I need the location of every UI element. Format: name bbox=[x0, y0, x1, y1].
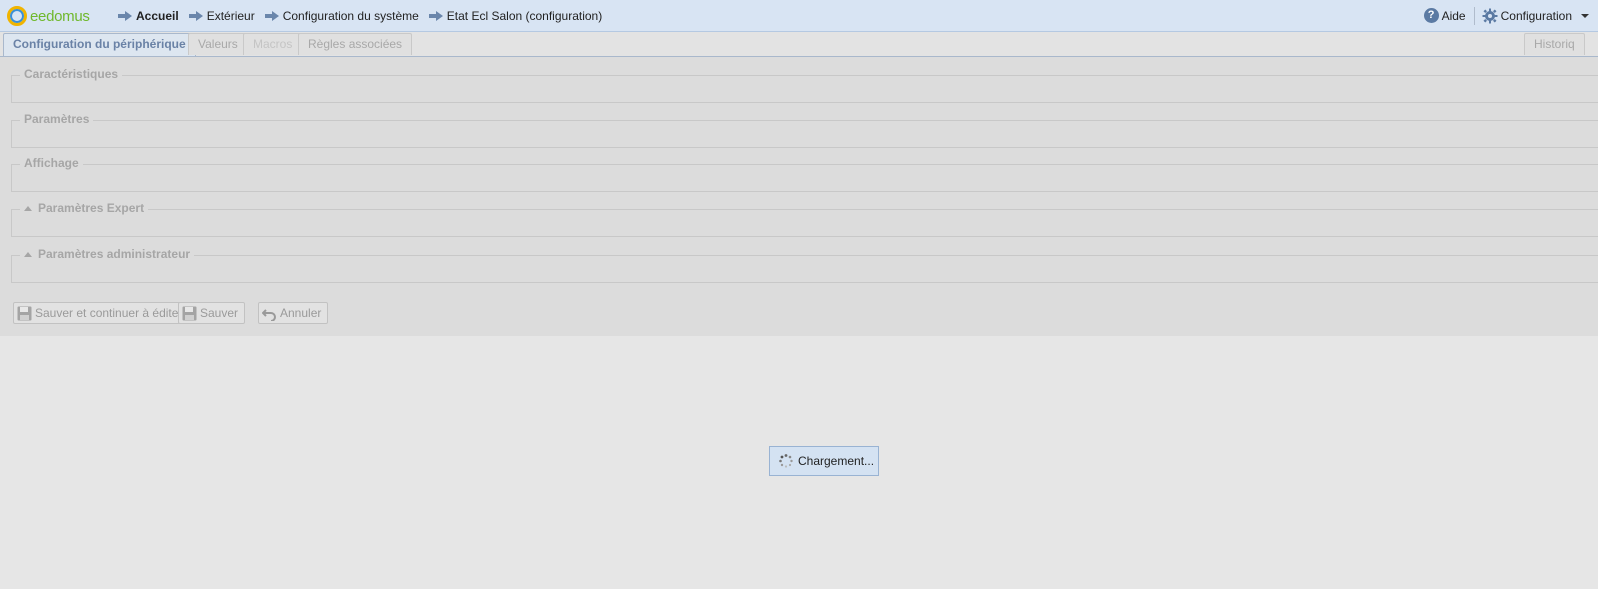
section-legend-toggle[interactable]: Paramètres administrateur bbox=[20, 247, 195, 261]
logo-text: eedomus bbox=[30, 7, 90, 25]
section-title: Paramètres bbox=[24, 112, 90, 126]
collapse-triangle-icon bbox=[24, 251, 32, 257]
tab-macros: Macros bbox=[243, 33, 303, 55]
section-title: Affichage bbox=[24, 156, 79, 170]
breadcrumb: Accueil Extérieur Configuration du systè… bbox=[118, 0, 612, 31]
arrow-right-icon bbox=[188, 10, 203, 21]
save-button[interactable]: Sauver bbox=[178, 302, 246, 324]
button-label: Sauver et continuer à éditer bbox=[35, 306, 183, 320]
arrow-right-icon bbox=[264, 10, 279, 21]
spinner-icon bbox=[779, 454, 793, 468]
loading-indicator: Chargement... bbox=[769, 446, 879, 476]
tab-bar: Configuration du périphérique Valeurs Ma… bbox=[0, 32, 1598, 57]
breadcrumb-label: Accueil bbox=[136, 8, 179, 23]
breadcrumb-label: Configuration du système bbox=[282, 8, 419, 23]
configuration-menu[interactable]: Configuration bbox=[1482, 8, 1589, 24]
header-right-menu: ? Aide Configuration bbox=[1423, 0, 1589, 31]
section-title: Paramètres Expert bbox=[38, 201, 145, 215]
device-config-form: Caractéristiques Paramètres Affichage Pa… bbox=[0, 57, 1598, 336]
breadcrumb-item-config-systeme[interactable]: Configuration du système bbox=[264, 8, 419, 23]
section-parametres-administrateur: Paramètres administrateur bbox=[11, 247, 1598, 283]
collapse-triangle-icon bbox=[24, 205, 32, 211]
section-legend: Caractéristiques bbox=[20, 67, 123, 81]
eedomus-logo[interactable]: eedomus bbox=[7, 6, 90, 26]
floppy-disk-icon bbox=[182, 306, 197, 320]
save-continue-button[interactable]: Sauver et continuer à éditer bbox=[13, 302, 190, 324]
arrow-right-icon bbox=[118, 10, 132, 21]
breadcrumb-item-current[interactable]: Etat Ecl Salon (configuration) bbox=[428, 8, 603, 23]
help-label: Aide bbox=[1441, 8, 1466, 23]
tab-historique[interactable]: Historiq bbox=[1524, 33, 1585, 55]
section-legend-toggle[interactable]: Paramètres Expert bbox=[20, 201, 149, 215]
gear-icon bbox=[1482, 8, 1498, 23]
arrow-right-icon bbox=[428, 10, 443, 21]
section-parametres: Paramètres bbox=[11, 112, 1598, 148]
section-title: Paramètres administrateur bbox=[38, 247, 191, 261]
chevron-down-icon bbox=[1581, 13, 1589, 18]
breadcrumb-item-accueil[interactable]: Accueil bbox=[118, 9, 179, 23]
button-label: Annuler bbox=[280, 306, 322, 320]
section-affichage: Affichage bbox=[11, 156, 1598, 192]
tab-valeurs[interactable]: Valeurs bbox=[188, 33, 248, 55]
section-legend: Affichage bbox=[20, 156, 83, 170]
section-legend: Paramètres bbox=[20, 112, 94, 126]
button-label: Sauver bbox=[200, 306, 239, 320]
floppy-disk-icon bbox=[17, 306, 32, 320]
breadcrumb-item-exterieur[interactable]: Extérieur bbox=[188, 8, 255, 23]
undo-arrow-icon bbox=[262, 308, 276, 321]
section-caracteristiques: Caractéristiques bbox=[11, 67, 1598, 103]
section-parametres-expert: Paramètres Expert bbox=[11, 201, 1598, 237]
logo-ring-icon bbox=[7, 6, 27, 26]
question-icon: ? bbox=[1423, 8, 1439, 23]
tab-configuration-peripherique[interactable]: Configuration du périphérique bbox=[3, 33, 196, 56]
menu-divider bbox=[1473, 6, 1475, 25]
breadcrumb-label: Extérieur bbox=[206, 8, 255, 23]
cancel-button[interactable]: Annuler bbox=[258, 302, 329, 324]
loading-label: Chargement... bbox=[798, 454, 875, 468]
help-link[interactable]: ? Aide bbox=[1423, 8, 1466, 23]
section-title: Caractéristiques bbox=[24, 67, 119, 81]
tab-regles-associees[interactable]: Règles associées bbox=[298, 33, 413, 55]
breadcrumb-label: Etat Ecl Salon (configuration) bbox=[446, 8, 603, 23]
configuration-label: Configuration bbox=[1500, 8, 1572, 23]
top-bar: eedomus Accueil Extérieur Configuration … bbox=[0, 0, 1598, 32]
